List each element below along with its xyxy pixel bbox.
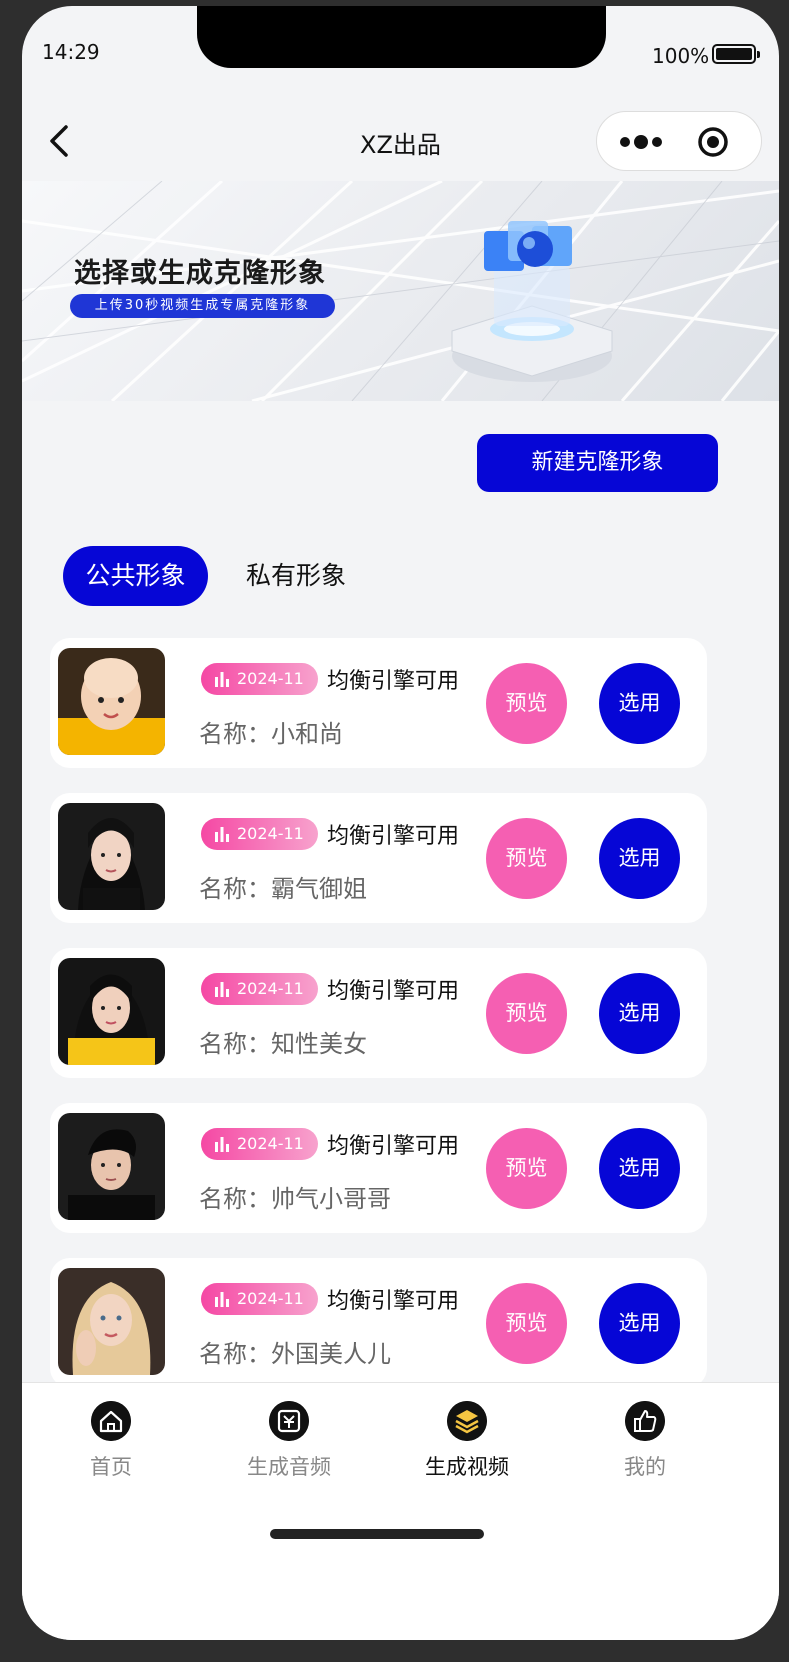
battery-icon xyxy=(712,44,760,64)
engine-status: 均衡引擎可用 xyxy=(327,979,460,1004)
name-label: 名称： xyxy=(199,1340,271,1368)
preview-button[interactable]: 预览 xyxy=(486,818,567,899)
phone-screen: 14:29 100% XZ出品 选择或生成克隆形象 上传30秒视频生成专属克隆形… xyxy=(22,6,779,1640)
preview-button[interactable]: 预览 xyxy=(486,663,567,744)
avatar-name: 名称：帅气小哥哥 xyxy=(199,1179,391,1214)
name-value: 霸气御姐 xyxy=(271,875,367,903)
banner: 选择或生成克隆形象 上传30秒视频生成专属克隆形象 xyxy=(22,181,779,401)
tabbar-label-home: 首页 xyxy=(90,1455,132,1479)
name-label: 名称： xyxy=(199,875,271,903)
close-target-icon[interactable] xyxy=(697,126,729,158)
tabbar-item-audio[interactable]: 生成音频 xyxy=(219,1401,359,1481)
tab-public[interactable]: 公共形象 xyxy=(63,546,208,606)
select-button[interactable]: 选用 xyxy=(599,818,680,899)
engine-status: 均衡引擎可用 xyxy=(327,1289,460,1314)
preview-button[interactable]: 预览 xyxy=(486,1283,567,1364)
engine-status: 均衡引擎可用 xyxy=(327,824,460,849)
tab-private[interactable]: 私有形象 xyxy=(222,546,370,606)
banner-title: 选择或生成克隆形象 xyxy=(74,258,326,289)
bottom-tab-bar: 首页 生成音频 生成视频 我的 xyxy=(22,1382,779,1640)
preview-button[interactable]: 预览 xyxy=(486,1128,567,1209)
home-icon xyxy=(91,1401,131,1441)
tabbar-label-video: 生成视频 xyxy=(425,1455,509,1479)
date-badge: 2024-11 xyxy=(201,973,318,1005)
avatar-name: 名称：小和尚 xyxy=(199,714,343,749)
banner-tile-background xyxy=(22,181,779,401)
tabbar-label-mine: 我的 xyxy=(624,1455,666,1479)
cube-platform-illustration xyxy=(451,221,613,382)
avatar-image xyxy=(58,803,165,910)
bar-chart-icon xyxy=(215,672,229,687)
mini-program-capsule xyxy=(596,111,762,171)
status-time: 14:29 xyxy=(42,40,100,64)
engine-status: 均衡引擎可用 xyxy=(327,1134,460,1159)
battery-percent: 100% xyxy=(652,44,710,68)
bar-chart-icon xyxy=(215,982,229,997)
layers-icon xyxy=(447,1401,487,1441)
name-value: 知性美女 xyxy=(271,1030,367,1058)
tabbar-item-home[interactable]: 首页 xyxy=(41,1401,181,1481)
audio-icon xyxy=(269,1401,309,1441)
list-item: 2024-11 均衡引擎可用 名称：霸气御姐 预览 选用 xyxy=(50,793,707,923)
badge-date: 2024-11 xyxy=(237,1134,304,1153)
name-label: 名称： xyxy=(199,720,271,748)
date-badge: 2024-11 xyxy=(201,818,318,850)
avatar-name: 名称：外国美人儿 xyxy=(199,1334,391,1369)
name-value: 小和尚 xyxy=(271,720,343,748)
name-value: 外国美人儿 xyxy=(271,1340,391,1368)
badge-date: 2024-11 xyxy=(237,1289,304,1308)
tabbar-item-mine[interactable]: 我的 xyxy=(575,1401,715,1481)
name-label: 名称： xyxy=(199,1185,271,1213)
home-indicator xyxy=(270,1529,484,1539)
tabbar-item-video[interactable]: 生成视频 xyxy=(397,1401,537,1481)
avatar-image xyxy=(58,958,165,1065)
more-icon[interactable] xyxy=(617,129,665,155)
select-button[interactable]: 选用 xyxy=(599,663,680,744)
bar-chart-icon xyxy=(215,827,229,842)
badge-date: 2024-11 xyxy=(237,669,304,688)
list-item: 2024-11 均衡引擎可用 名称：外国美人儿 预览 选用 xyxy=(50,1258,707,1388)
avatar-name: 名称：知性美女 xyxy=(199,1024,367,1059)
date-badge: 2024-11 xyxy=(201,1128,318,1160)
notch xyxy=(197,6,606,68)
date-badge: 2024-11 xyxy=(201,663,318,695)
select-button[interactable]: 选用 xyxy=(599,973,680,1054)
list-item: 2024-11 均衡引擎可用 名称：帅气小哥哥 预览 选用 xyxy=(50,1103,707,1233)
select-button[interactable]: 选用 xyxy=(599,1128,680,1209)
list-item: 2024-11 均衡引擎可用 名称：小和尚 预览 选用 xyxy=(50,638,707,768)
bar-chart-icon xyxy=(215,1292,229,1307)
banner-subtitle: 上传30秒视频生成专属克隆形象 xyxy=(70,294,335,318)
avatar-image xyxy=(58,1113,165,1220)
date-badge: 2024-11 xyxy=(201,1283,318,1315)
list-item: 2024-11 均衡引擎可用 名称：知性美女 预览 选用 xyxy=(50,948,707,1078)
avatar-name: 名称：霸气御姐 xyxy=(199,869,367,904)
badge-date: 2024-11 xyxy=(237,979,304,998)
name-value: 帅气小哥哥 xyxy=(271,1185,391,1213)
new-clone-button[interactable]: 新建克隆形象 xyxy=(477,434,718,492)
engine-status: 均衡引擎可用 xyxy=(327,669,460,694)
navigation-bar: XZ出品 xyxy=(22,101,779,181)
tabbar-label-audio: 生成音频 xyxy=(247,1455,331,1479)
bar-chart-icon xyxy=(215,1137,229,1152)
name-label: 名称： xyxy=(199,1030,271,1058)
avatar-image xyxy=(58,648,165,755)
preview-button[interactable]: 预览 xyxy=(486,973,567,1054)
avatar-image xyxy=(58,1268,165,1375)
select-button[interactable]: 选用 xyxy=(599,1283,680,1364)
badge-date: 2024-11 xyxy=(237,824,304,843)
thumbs-up-icon xyxy=(625,1401,665,1441)
